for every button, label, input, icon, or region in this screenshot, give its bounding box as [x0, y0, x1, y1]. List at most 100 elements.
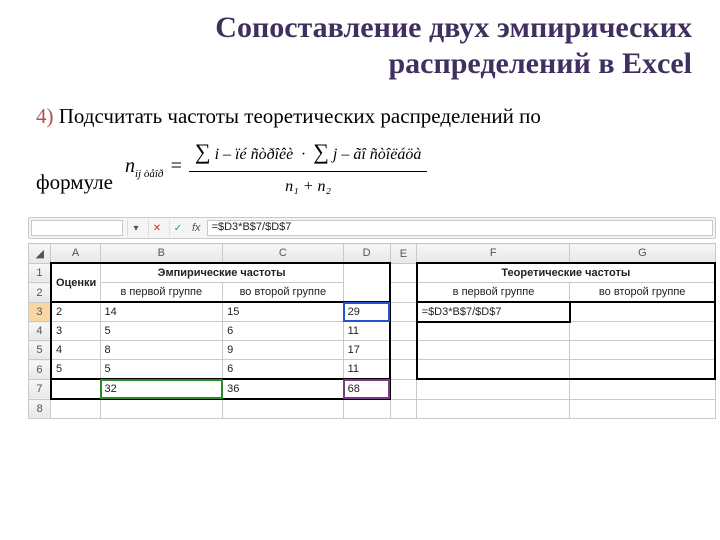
cell[interactable] [100, 399, 223, 419]
cell[interactable] [390, 379, 417, 399]
body-text: 4) Подсчитать частоты теоретических расп… [36, 100, 692, 199]
formula-bar: ▾ ✕ ✓ fx =$D3*B$7/$D$7 [28, 217, 716, 239]
cell[interactable]: 15 [223, 302, 344, 322]
formula: nij òåîð = ∑ i – ïé ñòðîêè · ∑ j – ãî ñò… [125, 134, 427, 200]
sigma-icon: ∑ [195, 139, 211, 164]
cell[interactable] [417, 322, 570, 341]
cell[interactable] [390, 263, 417, 283]
slide-title: Сопоставление двух эмпирических распреде… [36, 10, 692, 82]
step-text-1: Подсчитать частоты теоретических распред… [54, 104, 541, 128]
spreadsheet[interactable]: ◢ A B C D E F G 1 Оценки Эмпирические ча… [28, 243, 716, 419]
cell[interactable]: 6 [223, 322, 344, 341]
formula-n: n [125, 155, 135, 177]
excel-screenshot: ▾ ✕ ✓ fx =$D3*B$7/$D$7 ◢ A B C D E F G 1… [0, 217, 720, 419]
cell[interactable] [417, 399, 570, 419]
cell[interactable] [343, 399, 390, 419]
cell[interactable] [570, 341, 715, 360]
fx-icon[interactable]: fx [190, 222, 203, 234]
table-row: 6 5 5 6 11 [29, 360, 716, 380]
step-text-2: формуле [36, 166, 113, 200]
cell[interactable] [570, 379, 715, 399]
title-line-2: распределений в Excel [388, 47, 692, 80]
cell[interactable] [570, 399, 715, 419]
cell[interactable]: 5 [51, 360, 100, 380]
cell[interactable] [343, 263, 390, 302]
active-cell[interactable]: =$D3*B$7/$D$7 [417, 302, 570, 322]
row-header[interactable]: 1 [29, 263, 51, 283]
cancel-icon[interactable]: ✕ [148, 220, 165, 236]
cell[interactable]: 5 [100, 360, 223, 380]
cell[interactable] [390, 322, 417, 341]
cell[interactable]: 2 [51, 302, 100, 322]
cell[interactable]: 3 [51, 322, 100, 341]
row-header[interactable]: 7 [29, 379, 51, 399]
cell[interactable]: 4 [51, 341, 100, 360]
cell[interactable] [570, 360, 715, 380]
cell[interactable] [570, 302, 715, 322]
row-header[interactable]: 3 [29, 302, 51, 322]
cell[interactable]: 29 [343, 302, 390, 322]
formula-sum1: i – ïé ñòðîêè [215, 146, 294, 163]
formula-dot: · [301, 146, 305, 163]
cell[interactable]: 5 [100, 322, 223, 341]
row-header[interactable]: 4 [29, 322, 51, 341]
table-row: 7 32 36 68 [29, 379, 716, 399]
name-box[interactable] [31, 220, 123, 236]
row-header[interactable]: 2 [29, 283, 51, 303]
cell[interactable]: 17 [343, 341, 390, 360]
col-header[interactable]: E [390, 244, 417, 264]
cell[interactable] [51, 379, 100, 399]
cell[interactable] [223, 399, 344, 419]
cell[interactable] [390, 302, 417, 322]
table-row: 5 4 8 9 17 [29, 341, 716, 360]
table-row: 8 [29, 399, 716, 419]
cell[interactable]: в первой группе [100, 283, 223, 303]
table-row: 1 Оценки Эмпирические частоты Теоретичес… [29, 263, 716, 283]
column-headers: ◢ A B C D E F G [29, 244, 716, 264]
row-header[interactable]: 5 [29, 341, 51, 360]
cell[interactable]: 11 [343, 322, 390, 341]
col-header[interactable]: C [223, 244, 344, 264]
confirm-icon[interactable]: ✓ [169, 220, 186, 236]
col-header[interactable]: D [343, 244, 390, 264]
cell[interactable]: 68 [343, 379, 390, 399]
formula-eq: = [169, 150, 183, 182]
row-header[interactable]: 6 [29, 360, 51, 380]
formula-denom: n₁ + n₂ [285, 172, 331, 200]
col-header[interactable]: G [570, 244, 715, 264]
formula-sub: ij òåîð [135, 168, 163, 180]
cell[interactable]: Оценки [51, 263, 100, 302]
cell[interactable] [417, 341, 570, 360]
cell[interactable]: 6 [223, 360, 344, 380]
step-number: 4) [36, 104, 54, 128]
cell[interactable]: 14 [100, 302, 223, 322]
dropdown-icon[interactable]: ▾ [127, 220, 144, 236]
cell[interactable]: 9 [223, 341, 344, 360]
cell[interactable]: во второй группе [223, 283, 344, 303]
formula-sum2: j – ãî ñòîëáöà [333, 146, 421, 163]
cell[interactable] [417, 360, 570, 380]
cell[interactable] [390, 360, 417, 380]
select-all[interactable]: ◢ [29, 244, 51, 264]
cell[interactable]: 11 [343, 360, 390, 380]
formula-input[interactable]: =$D3*B$7/$D$7 [207, 220, 713, 236]
cell[interactable]: 32 [100, 379, 223, 399]
cell[interactable] [417, 379, 570, 399]
row-header[interactable]: 8 [29, 399, 51, 419]
col-header[interactable]: A [51, 244, 100, 264]
title-line-1: Сопоставление двух эмпирических [215, 11, 692, 44]
cell[interactable]: Теоретические частоты [417, 263, 715, 283]
cell[interactable] [390, 399, 417, 419]
cell[interactable]: Эмпирические частоты [100, 263, 343, 283]
cell[interactable] [51, 399, 100, 419]
cell[interactable]: 36 [223, 379, 344, 399]
col-header[interactable]: B [100, 244, 223, 264]
cell[interactable]: во второй группе [570, 283, 715, 303]
cell[interactable] [390, 283, 417, 303]
cell[interactable]: в первой группе [417, 283, 570, 303]
cell[interactable] [570, 322, 715, 341]
col-header[interactable]: F [417, 244, 570, 264]
cell[interactable] [390, 341, 417, 360]
cell[interactable]: 8 [100, 341, 223, 360]
sigma-icon: ∑ [313, 139, 329, 164]
